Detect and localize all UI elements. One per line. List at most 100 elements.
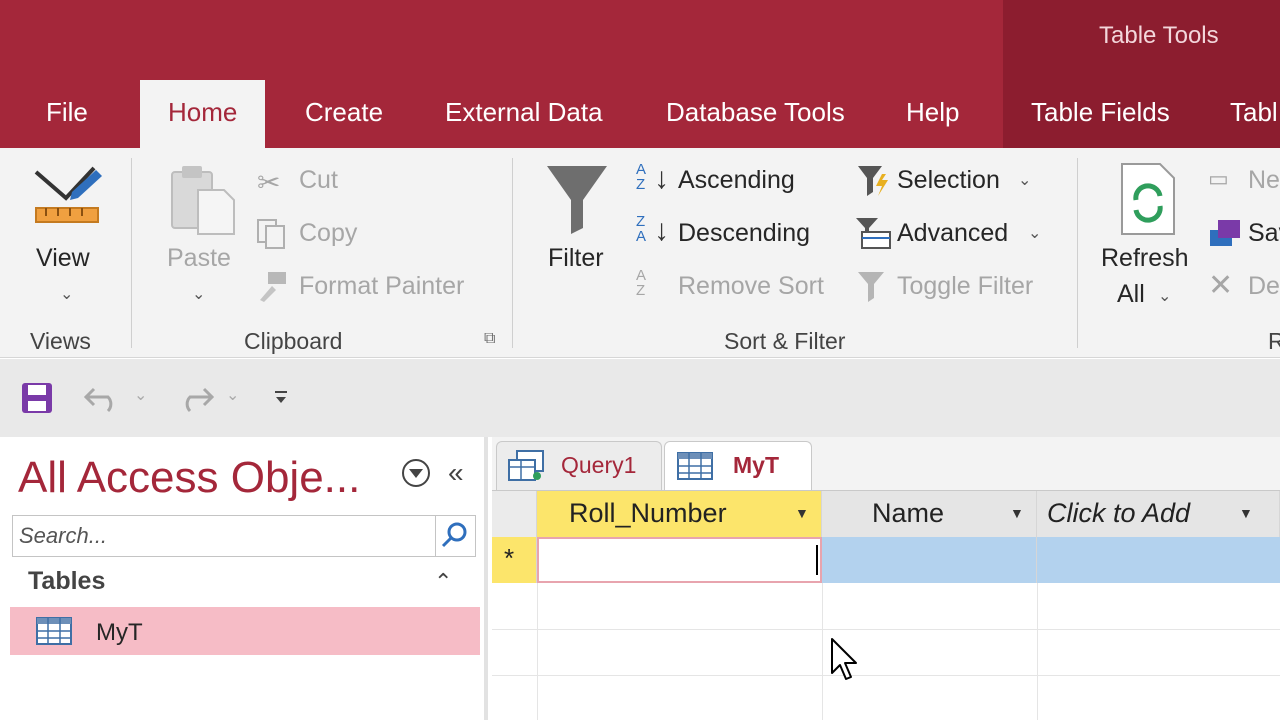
sort-filter-group-label: Sort & Filter xyxy=(724,328,846,354)
grid-line xyxy=(1037,583,1038,720)
navigation-pane: All Access Obje... « Tables ⌃ MyT xyxy=(0,437,488,720)
tab-create[interactable]: Create xyxy=(305,80,383,148)
format-painter-label: Format Painter xyxy=(299,272,465,300)
selection-label: Selection xyxy=(897,166,1000,194)
tab-myt[interactable]: MyT xyxy=(664,441,812,491)
cell-name[interactable] xyxy=(822,537,1037,583)
tab-file[interactable]: File xyxy=(46,80,88,148)
refresh-icon xyxy=(1121,163,1175,235)
group-divider xyxy=(512,158,513,348)
column-header-roll-number[interactable]: Roll_Number ▼ xyxy=(537,491,822,537)
tab-database-tools[interactable]: Database Tools xyxy=(666,80,845,148)
grid-line xyxy=(822,583,823,720)
column-dropdown-icon[interactable]: ▼ xyxy=(1239,491,1253,535)
tables-section-header[interactable]: Tables xyxy=(28,567,105,596)
new-record-icon: ▭ xyxy=(1208,166,1229,191)
tab-myt-label: MyT xyxy=(733,452,779,478)
remove-sort-icon: AZ xyxy=(636,267,647,299)
nav-search-box xyxy=(12,515,476,557)
design-view-icon xyxy=(34,166,102,223)
advanced-filter-icon xyxy=(856,218,891,249)
sort-arrow-down-icon: ↓ xyxy=(654,162,669,195)
copy-icon xyxy=(257,219,285,249)
cut-label: Cut xyxy=(299,166,338,194)
ribbon: View ⌄ Views Paste ⌄ ✂ Cut Copy Format P… xyxy=(0,148,1280,358)
refresh-label-line1: Refresh xyxy=(1101,244,1189,272)
nav-item-myt[interactable]: MyT xyxy=(10,607,480,655)
column-dropdown-icon[interactable]: ▼ xyxy=(1010,491,1024,535)
funnel-icon xyxy=(547,166,607,234)
selection-filter-icon xyxy=(858,166,888,196)
nav-search-input[interactable] xyxy=(13,516,433,556)
table-icon xyxy=(677,452,713,480)
tab-table-fields[interactable]: Table Fields xyxy=(1031,80,1170,148)
tab-table[interactable]: Tabl xyxy=(1230,80,1278,148)
search-button[interactable] xyxy=(435,516,475,556)
selection-chevron-down-icon: ⌄ xyxy=(1018,172,1032,189)
save-record-label: Sav xyxy=(1248,219,1280,247)
column-header-click-to-add[interactable]: Click to Add ▼ xyxy=(1037,491,1280,537)
tab-help[interactable]: Help xyxy=(906,80,959,148)
collapse-pane-icon[interactable]: « xyxy=(448,457,464,489)
clipboard-dialog-launcher-icon[interactable]: ⧉ xyxy=(484,330,495,348)
table-icon xyxy=(36,617,72,645)
column-header-label: Click to Add xyxy=(1047,498,1191,528)
paste-icon xyxy=(171,166,235,235)
tab-query1[interactable]: Query1 xyxy=(496,441,662,491)
view-chevron-down-icon: ⌄ xyxy=(60,286,74,303)
filter-label: Filter xyxy=(548,244,604,272)
redo-chevron-down-icon[interactable]: ⌄ xyxy=(226,385,239,405)
nav-item-label: MyT xyxy=(96,619,143,646)
datasheet-grid: Roll_Number ▼ Name ▼ Click to Add ▼ * xyxy=(492,490,1280,720)
select-all-corner[interactable] xyxy=(492,491,537,537)
column-header-name[interactable]: Name ▼ xyxy=(822,491,1037,537)
delete-record-label: De xyxy=(1248,272,1280,300)
grid-line xyxy=(492,629,1280,630)
clipboard-group-label: Clipboard xyxy=(244,328,343,354)
views-group-label: Views xyxy=(30,328,91,354)
document-area: Query1 MyT Roll_Number ▼ Name ▼ Click to… xyxy=(492,437,1280,720)
descending-label: Descending xyxy=(678,219,811,247)
redo-icon[interactable] xyxy=(174,381,214,413)
format-painter-icon xyxy=(260,272,286,302)
ascending-label: Ascending xyxy=(678,166,795,194)
query-icon xyxy=(508,450,544,481)
column-dropdown-icon[interactable]: ▼ xyxy=(795,491,809,535)
cell-click-to-add[interactable] xyxy=(1037,537,1280,583)
new-record-label: Ne xyxy=(1248,166,1280,194)
scissors-icon: ✂ xyxy=(257,167,281,198)
sort-ascending-icon: AZ xyxy=(636,161,647,193)
records-group-label: R xyxy=(1268,328,1280,354)
undo-icon[interactable] xyxy=(84,381,124,413)
copy-label: Copy xyxy=(299,219,358,247)
cell-roll-number[interactable] xyxy=(537,537,822,583)
column-header-label: Roll_Number xyxy=(569,498,727,528)
grid-line xyxy=(492,675,1280,676)
refresh-label-line2: All xyxy=(1117,280,1145,308)
record-selector[interactable]: * xyxy=(492,537,537,583)
tab-external-data[interactable]: External Data xyxy=(445,80,603,148)
paste-chevron-down-icon: ⌄ xyxy=(192,286,206,303)
delete-x-icon: ✕ xyxy=(1208,269,1234,302)
search-icon xyxy=(441,522,467,548)
remove-sort-label: Remove Sort xyxy=(678,272,824,300)
tab-home[interactable]: Home xyxy=(140,80,266,148)
mouse-pointer-icon xyxy=(831,638,857,680)
toggle-filter-label: Toggle Filter xyxy=(897,272,1034,300)
save-icon[interactable] xyxy=(20,381,54,415)
new-record-marker: * xyxy=(504,543,515,573)
nav-menu-chevron-icon[interactable] xyxy=(400,457,432,489)
collapse-section-icon[interactable]: ⌃ xyxy=(434,569,452,595)
customize-toolbar-icon[interactable] xyxy=(272,389,290,407)
paste-label: Paste xyxy=(167,244,231,272)
grid-line xyxy=(537,583,538,720)
advanced-label: Advanced xyxy=(897,219,1009,247)
view-label: View xyxy=(36,244,90,272)
advanced-chevron-down-icon: ⌄ xyxy=(1028,225,1042,242)
nav-pane-title[interactable]: All Access Obje... xyxy=(18,453,360,503)
group-divider xyxy=(131,158,132,348)
undo-chevron-down-icon[interactable]: ⌄ xyxy=(134,385,147,405)
group-divider xyxy=(1077,158,1078,348)
sort-arrow-down-icon: ↓ xyxy=(654,214,669,247)
text-caret xyxy=(816,545,818,575)
